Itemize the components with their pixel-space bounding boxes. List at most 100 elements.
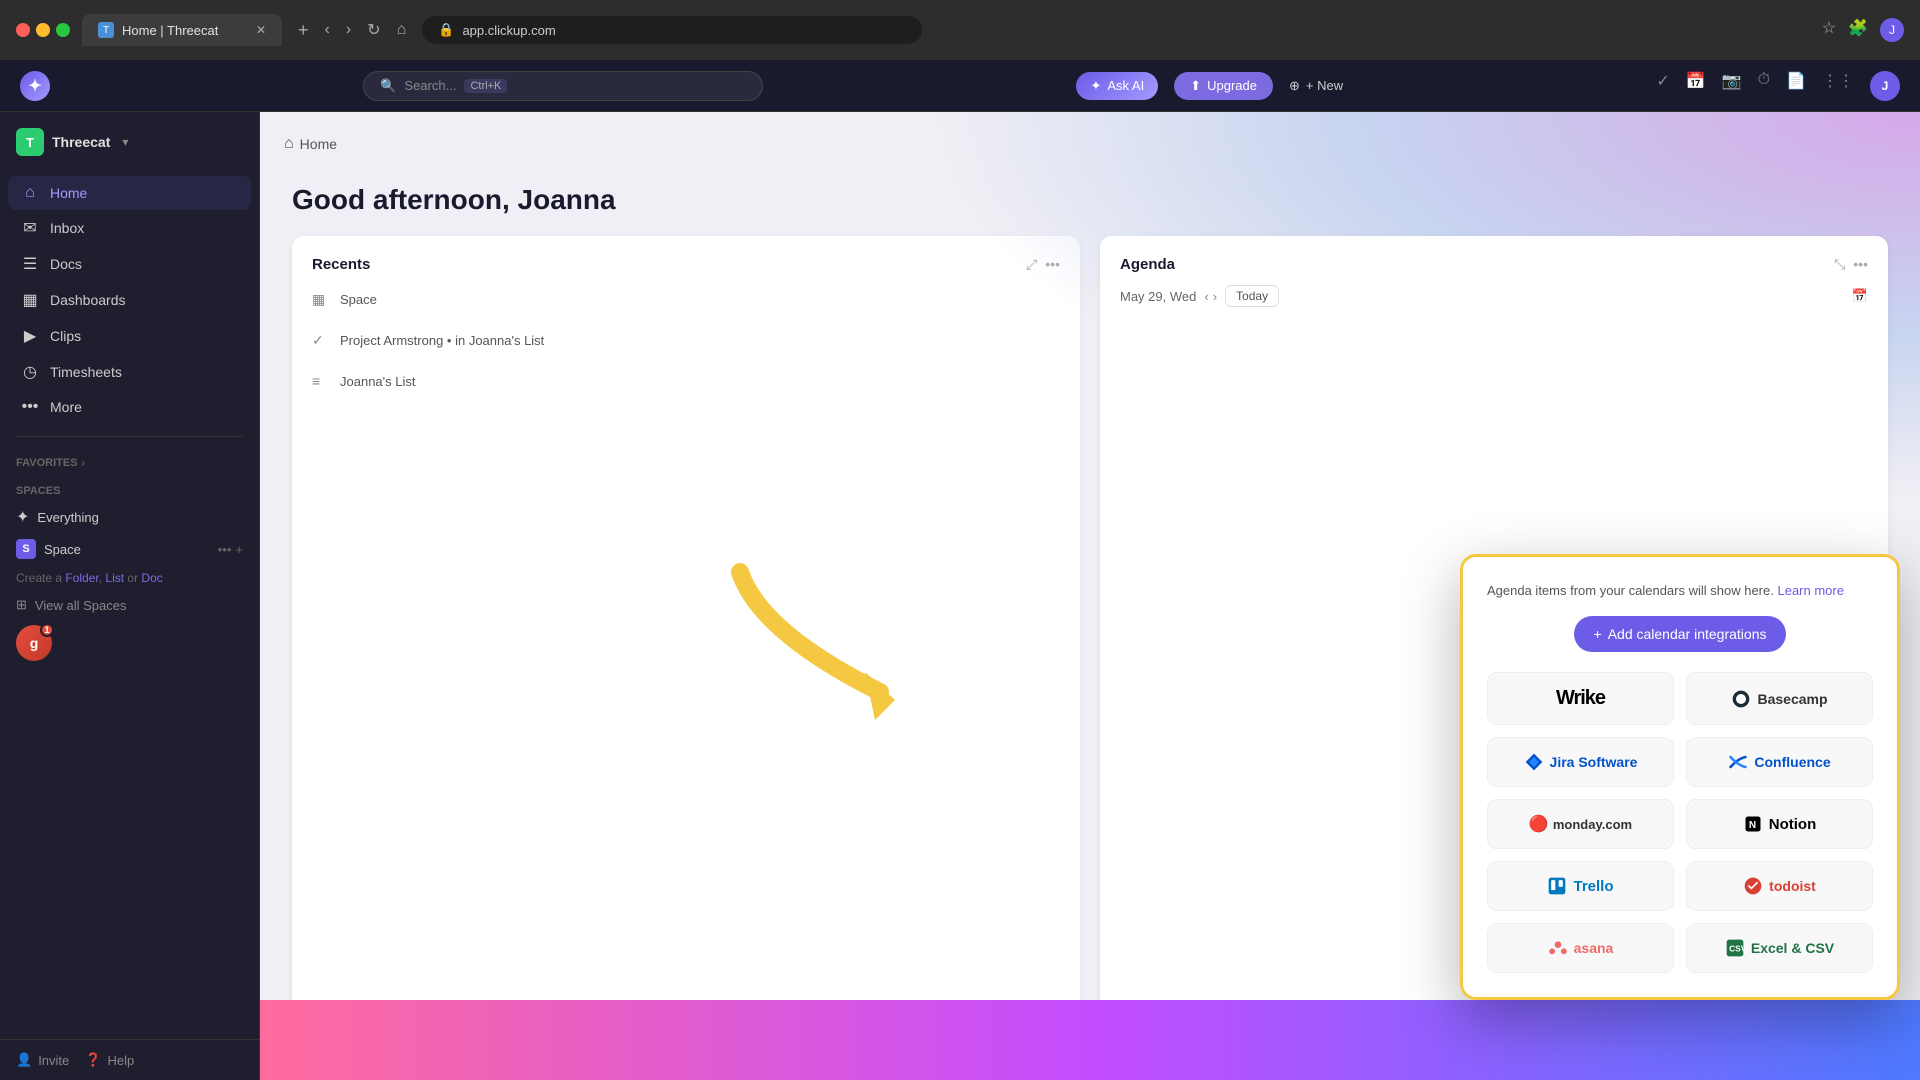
- space-item[interactable]: S Space ••• +: [0, 533, 259, 565]
- integration-excel-csv[interactable]: CSV Excel & CSV: [1686, 923, 1873, 973]
- integration-notion[interactable]: N Notion: [1686, 799, 1873, 849]
- inbox-label: Inbox: [50, 220, 84, 236]
- grid-icon[interactable]: ⋮⋮: [1822, 71, 1854, 101]
- upgrade-icon: ⬆: [1190, 78, 1201, 94]
- browser-tab[interactable]: T Home | Threecat ✕: [82, 14, 282, 46]
- manage-cards-button[interactable]: Manage cards: [1735, 128, 1864, 160]
- clock-icon[interactable]: ⏱: [1758, 71, 1770, 101]
- integration-monday[interactable]: 🔴 monday.com: [1487, 799, 1674, 849]
- manage-cards-label: Manage cards: [1755, 136, 1844, 152]
- close-window-button[interactable]: [16, 23, 30, 37]
- space-add-icon[interactable]: +: [235, 542, 243, 557]
- upgrade-button[interactable]: ⬆ Upgrade: [1174, 72, 1273, 100]
- forward-button[interactable]: ›: [342, 17, 355, 43]
- home-label: Home: [50, 185, 87, 201]
- recents-item-list[interactable]: ≡ Joanna's List: [312, 367, 1060, 395]
- favorites-label: Favorites: [16, 457, 78, 469]
- user-notification-avatar[interactable]: g 1: [16, 625, 52, 661]
- maximize-window-button[interactable]: [56, 23, 70, 37]
- monday-logo: 🔴 monday.com: [1529, 814, 1632, 834]
- integration-trello[interactable]: Trello: [1487, 861, 1674, 911]
- svg-text:N: N: [1749, 820, 1756, 831]
- invite-button[interactable]: 👤 Invite: [16, 1052, 69, 1068]
- profile-icon[interactable]: J: [1880, 18, 1904, 42]
- new-tab-button[interactable]: +: [298, 20, 309, 41]
- everything-icon: ✦: [16, 507, 29, 527]
- browser-navigation: ‹ › ↻ ⌂: [321, 16, 411, 44]
- doc-icon[interactable]: 📄: [1786, 71, 1806, 101]
- sidebar-item-home[interactable]: ⌂ Home: [8, 176, 251, 210]
- breadcrumb-home-icon: ⌂: [284, 135, 294, 153]
- agenda-prev-icon[interactable]: ‹: [1204, 289, 1208, 304]
- space-more-icon[interactable]: •••: [218, 542, 232, 557]
- integration-confluence[interactable]: Confluence: [1686, 737, 1873, 787]
- integration-asana[interactable]: asana: [1487, 923, 1674, 973]
- spaces-section: Spaces: [0, 473, 259, 501]
- integration-todoist[interactable]: todoist: [1686, 861, 1873, 911]
- create-list-link[interactable]: List: [105, 571, 124, 585]
- recents-more-icon[interactable]: •••: [1045, 256, 1060, 273]
- sidebar-item-dashboards[interactable]: ▦ Dashboards: [8, 282, 251, 318]
- agenda-more-icon[interactable]: •••: [1853, 256, 1868, 273]
- sidebar-item-inbox[interactable]: ✉ Inbox: [8, 210, 251, 246]
- recents-card-actions: ⤢ •••: [1026, 256, 1060, 273]
- camera-icon[interactable]: 📷: [1722, 71, 1742, 101]
- refresh-button[interactable]: ↻: [363, 16, 384, 44]
- basecamp-logo: Basecamp: [1731, 689, 1827, 709]
- app-logo[interactable]: ✦: [20, 71, 50, 101]
- sidebar-item-clips[interactable]: ▶ Clips: [8, 318, 251, 354]
- view-all-spaces[interactable]: ⊞ View all Spaces: [0, 591, 259, 619]
- recents-card-header: Recents ⤢ •••: [312, 256, 1060, 273]
- create-text: Create a Folder, List or Doc: [0, 565, 259, 591]
- recents-item-space[interactable]: ▦ Space: [312, 285, 1060, 314]
- browser-chrome: T Home | Threecat ✕ + ‹ › ↻ ⌂ 🔒 app.clic…: [0, 0, 1920, 60]
- favorites-section[interactable]: Favorites ›: [0, 445, 259, 473]
- home-button[interactable]: ⌂: [393, 17, 411, 43]
- new-icon: ⊕: [1289, 78, 1300, 94]
- create-folder-link[interactable]: Folder: [65, 571, 98, 585]
- help-button[interactable]: ❓ Help: [85, 1052, 134, 1068]
- new-button[interactable]: ⊕ + New: [1289, 78, 1343, 94]
- recents-title: Recents: [312, 256, 370, 273]
- calendar-icon[interactable]: 📅: [1686, 71, 1706, 101]
- sidebar-item-docs[interactable]: ☰ Docs: [8, 246, 251, 282]
- learn-more-link[interactable]: Learn more: [1777, 583, 1843, 598]
- create-doc-link[interactable]: Doc: [141, 571, 162, 585]
- bookmark-icon[interactable]: ☆: [1822, 18, 1836, 42]
- add-space-button[interactable]: g 1: [0, 619, 259, 667]
- integration-wrike[interactable]: Wrike: [1487, 672, 1674, 725]
- agenda-next-icon[interactable]: ›: [1213, 289, 1217, 304]
- agenda-shrink-icon[interactable]: ⤡: [1834, 256, 1845, 273]
- agenda-navigation: ‹ ›: [1204, 289, 1217, 304]
- main-header: ⌂ Home Manage cards ⚙: [260, 112, 1920, 176]
- sidebar-item-more[interactable]: ••• More: [8, 390, 251, 424]
- upgrade-label: Upgrade: [1207, 78, 1257, 93]
- search-bar[interactable]: 🔍 Search... Ctrl+K: [363, 71, 763, 101]
- extension-icon[interactable]: 🧩: [1848, 18, 1868, 42]
- agenda-card-actions: ⤡ •••: [1834, 256, 1868, 273]
- browser-window-controls[interactable]: [16, 23, 70, 37]
- check-icon[interactable]: ✓: [1656, 71, 1669, 101]
- integration-jira[interactable]: Jira Software: [1487, 737, 1674, 787]
- logo-icon: ✦: [28, 76, 41, 96]
- recents-expand-icon[interactable]: ⤢: [1026, 256, 1037, 273]
- sidebar-item-timesheets[interactable]: ◷ Timesheets: [8, 354, 251, 390]
- ask-ai-button[interactable]: ✦ Ask AI: [1076, 72, 1158, 100]
- address-bar[interactable]: 🔒 app.clickup.com: [422, 16, 922, 44]
- recents-item-list-label: Joanna's List: [340, 374, 415, 389]
- recents-item-project[interactable]: ✓ Project Armstrong • in Joanna's List: [312, 326, 1060, 355]
- everything-item[interactable]: ✦ Everything: [0, 501, 259, 533]
- back-button[interactable]: ‹: [321, 17, 334, 43]
- agenda-calendar-icon[interactable]: 📅: [1852, 288, 1868, 304]
- minimize-window-button[interactable]: [36, 23, 50, 37]
- tab-close-icon[interactable]: ✕: [256, 23, 266, 37]
- confluence-icon: [1728, 752, 1748, 772]
- app-header: ✦ 🔍 Search... Ctrl+K ✦ Ask AI ⬆ Upgrade …: [0, 60, 1920, 112]
- integration-basecamp[interactable]: Basecamp: [1686, 672, 1873, 725]
- add-calendar-integrations-button[interactable]: + Add calendar integrations: [1574, 616, 1787, 652]
- settings-icon[interactable]: ⚙: [1880, 134, 1896, 155]
- workspace-header[interactable]: T Threecat ▾: [0, 112, 259, 172]
- today-button[interactable]: Today: [1225, 285, 1279, 307]
- spaces-label: Spaces: [16, 485, 60, 497]
- user-avatar[interactable]: J: [1870, 71, 1900, 101]
